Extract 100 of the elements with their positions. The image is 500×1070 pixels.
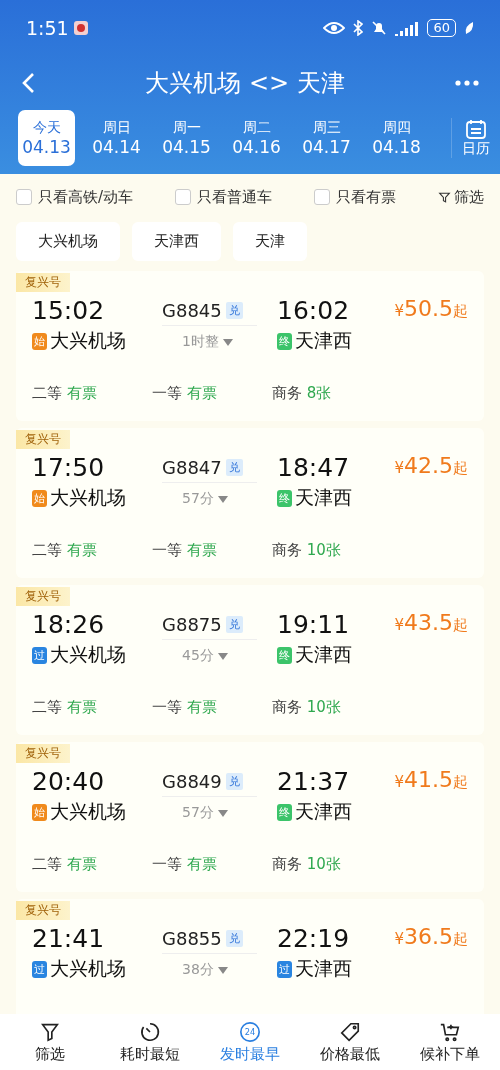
date-tab[interactable]: 周日 04.14	[88, 110, 145, 166]
train-type-badge: 复兴号	[16, 587, 70, 606]
seat-availability: 二等 有票	[32, 698, 98, 717]
filter-icon	[437, 190, 451, 204]
price: ¥36.5起	[393, 924, 469, 951]
timer-icon	[139, 1020, 161, 1043]
seat-availability: 一等 有票	[152, 384, 218, 403]
leaf-icon	[464, 21, 474, 35]
price: ¥43.5起	[393, 610, 469, 637]
station-chip[interactable]: 天津	[233, 222, 307, 261]
exchange-tag: 兑	[225, 930, 243, 947]
page-title: 大兴机场 <> 天津	[145, 68, 345, 99]
date-tab[interactable]: 周三 04.17	[298, 110, 355, 166]
arrive-time: 22:19	[277, 924, 351, 954]
nav-tab[interactable]: 耗时最短	[100, 1014, 200, 1070]
seat-availability: 商务 10张	[272, 855, 342, 874]
dropdown-icon	[217, 809, 228, 817]
arrive-station: 天津西	[295, 799, 352, 824]
station-tag: 始	[32, 489, 47, 507]
station-tag: 终	[277, 803, 292, 821]
station-tag: 始	[32, 332, 47, 350]
train-type-badge: 复兴号	[16, 744, 70, 763]
checkbox[interactable]	[16, 189, 32, 205]
dropdown-icon	[217, 966, 228, 974]
price: ¥50.5起	[393, 296, 469, 323]
seat-availability: 二等 有票	[32, 384, 98, 403]
date-tab[interactable]: 周四 04.18	[368, 110, 425, 166]
nav-tab[interactable]: 筛选	[0, 1014, 100, 1070]
exchange-tag: 兑	[225, 616, 243, 633]
clock-icon: 24	[239, 1020, 261, 1043]
checkbox[interactable]	[314, 189, 330, 205]
seat-availability: 商务 8张	[272, 384, 333, 403]
seat-availability: 一等 有票	[152, 698, 218, 717]
depart-time: 21:41	[32, 924, 106, 954]
station-tag: 始	[32, 803, 47, 821]
seat-availability: 二等 有票	[32, 855, 98, 874]
status-time: 1:51	[26, 17, 69, 39]
calendar-label[interactable]: 日历	[462, 140, 490, 158]
exchange-tag: 兑	[225, 459, 243, 476]
train-number: G8875	[162, 614, 222, 635]
station-tag: 终	[277, 489, 292, 507]
train-number: G8849	[162, 771, 222, 792]
nav-tab[interactable]: 24 发时最早	[200, 1014, 300, 1070]
back-icon[interactable]	[20, 71, 36, 95]
price: ¥41.5起	[393, 767, 469, 794]
depart-station: 大兴机场	[50, 799, 126, 824]
station-tag: 终	[277, 332, 292, 350]
train-card[interactable]: 复兴号 21:41 G8855 兑 22:19 ¥36.5起 过 大兴机场 38分 过 天津西	[16, 899, 484, 1014]
date-tab[interactable]: 周一 04.15	[158, 110, 215, 166]
eye-icon	[323, 21, 346, 35]
train-number: G8855	[162, 928, 222, 949]
exchange-tag: 兑	[225, 773, 243, 790]
station-tag: 过	[32, 646, 47, 664]
train-number: G8847	[162, 457, 222, 478]
train-card[interactable]: 复兴号 18:26 G8875 兑 19:11 ¥43.5起 过 大兴机场 45分 终 天津西 二等 有票 一等 有票 商务 10张	[16, 585, 484, 735]
station-tag: 过	[277, 960, 292, 978]
dropdown-icon	[217, 652, 228, 660]
seat-availability: 商务 10张	[272, 698, 342, 717]
depart-station: 大兴机场	[50, 328, 126, 353]
checkbox-label[interactable]: 只看有票	[336, 187, 396, 207]
date-tab[interactable]: 周二 04.16	[228, 110, 285, 166]
checkbox[interactable]	[175, 189, 192, 205]
arrive-time: 19:11	[277, 610, 351, 640]
nav-tab[interactable]: 价格最低	[300, 1014, 400, 1070]
train-card[interactable]: 复兴号 20:40 G8849 兑 21:37 ¥41.5起 始 大兴机场 57分 终 天津西 二等 有票 一等 有票 商务 10张	[16, 742, 484, 892]
seat-availability: 一等 有票	[152, 855, 218, 874]
filter-button[interactable]: 筛选	[437, 187, 484, 207]
train-card[interactable]: 复兴号 17:50 G8847 兑 18:47 ¥42.5起 始 大兴机场 57分 终 天津西 二等 有票 一等 有票 商务 10张	[16, 428, 484, 578]
train-number: G8845	[162, 300, 222, 321]
arrive-time: 16:02	[277, 296, 351, 326]
train-type-badge: 复兴号	[16, 273, 70, 292]
train-card[interactable]: 复兴号 15:02 G8845 兑 16:02 ¥50.5起 始 大兴机场 1时整 终 天津西 二等 有票 一等 有票 商务 8张	[16, 271, 484, 421]
station-chip[interactable]: 天津西	[132, 222, 221, 261]
app-notification-icon	[73, 21, 88, 35]
seat-availability: 商务 10张	[272, 541, 342, 560]
train-type-badge: 复兴号	[16, 430, 70, 449]
depart-station: 大兴机场	[50, 642, 126, 667]
date-tab[interactable]: 今天 04.13	[18, 110, 75, 166]
arrive-time: 18:47	[277, 453, 351, 483]
depart-time: 15:02	[32, 296, 106, 326]
train-type-badge: 复兴号	[16, 901, 70, 920]
signal-icon	[395, 20, 420, 36]
depart-station: 大兴机场	[50, 956, 126, 981]
checkbox-label[interactable]: 只看高铁/动车	[38, 187, 134, 207]
calendar-icon[interactable]	[465, 118, 487, 140]
depart-time: 17:50	[32, 453, 106, 483]
seat-availability: 二等 有票	[32, 541, 98, 560]
bell-muted-icon	[371, 20, 388, 36]
dropdown-icon	[222, 338, 233, 346]
station-chip[interactable]: 大兴机场	[16, 222, 120, 261]
arrive-station: 天津西	[295, 485, 352, 510]
station-tag: 终	[277, 646, 292, 664]
depart-station: 大兴机场	[50, 485, 126, 510]
dropdown-icon	[217, 495, 228, 503]
nav-tab[interactable]: 候补下单	[400, 1014, 500, 1070]
bluetooth-icon	[353, 20, 364, 36]
seat-availability: 一等 有票	[152, 541, 218, 560]
more-icon[interactable]	[454, 79, 480, 87]
checkbox-label[interactable]: 只看普通车	[197, 187, 273, 207]
exchange-tag: 兑	[225, 302, 243, 319]
